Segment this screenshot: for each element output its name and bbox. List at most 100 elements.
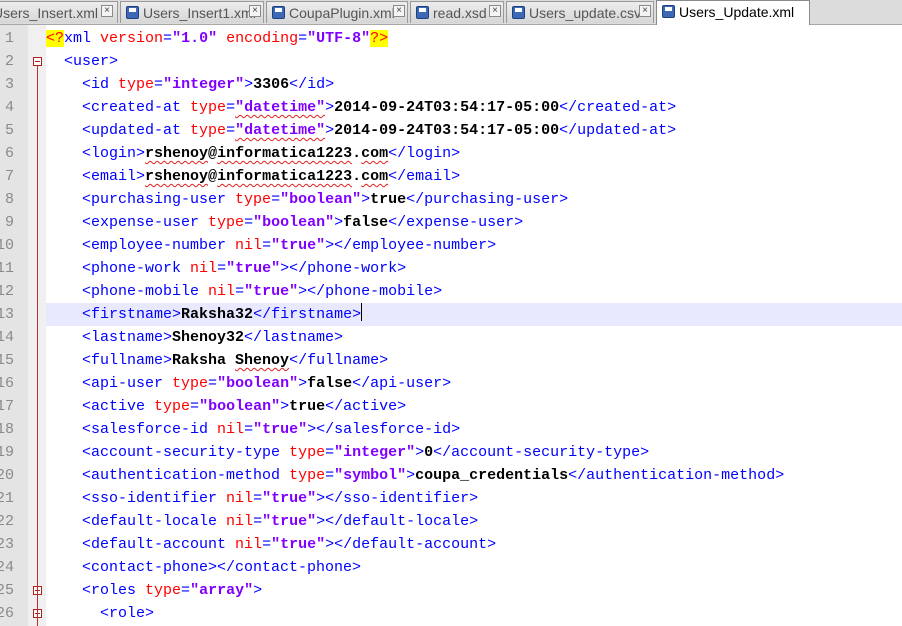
token-tag: > (280, 398, 290, 415)
token-tag: <active (82, 398, 155, 415)
close-icon[interactable]: × (393, 5, 405, 17)
token-ws (46, 99, 82, 116)
tab-label: read.xsd (433, 5, 487, 21)
code-line[interactable]: 25 <roles type="array"> (0, 579, 902, 602)
token-ws (46, 53, 64, 70)
line-number: 14 (0, 329, 14, 346)
code-line[interactable]: 18 <salesforce-id nil="true"></salesforc… (0, 418, 902, 441)
token-ws (46, 260, 82, 277)
token-tag: > (325, 99, 335, 116)
code-text: <role> (46, 602, 154, 625)
token-tag: = (253, 513, 263, 530)
token-attr: type (190, 122, 227, 139)
token-tag: <login> (82, 145, 146, 162)
file-icon (512, 6, 525, 19)
code-line[interactable]: 6 <login>rshenoy@informatica1223.com</lo… (0, 142, 902, 165)
token-tag: <firstname> (82, 306, 182, 323)
code-line[interactable]: 11 <phone-work nil="true"></phone-work> (0, 257, 902, 280)
token-text: 3306 (253, 76, 290, 93)
token-tag: = (235, 283, 245, 300)
token-val: "array" (190, 582, 254, 599)
token-tag: > (361, 191, 371, 208)
code-line[interactable]: 17 <active type="boolean">true</active> (0, 395, 902, 418)
close-icon[interactable]: × (101, 5, 113, 17)
token-attr: type (172, 375, 209, 392)
token-ws (46, 605, 100, 622)
token-tag: = (163, 30, 173, 47)
token-attr: nil (217, 421, 245, 438)
token-text: 0 (424, 444, 434, 461)
code-line[interactable]: 9 <expense-user type="boolean">false</ex… (0, 211, 902, 234)
code-line[interactable]: 22 <default-locale nil="true"></default-… (0, 510, 902, 533)
code-line[interactable]: 26 <role> (0, 602, 902, 625)
code-line[interactable]: 23 <default-account nil="true"></default… (0, 533, 902, 556)
code-line[interactable]: 10 <employee-number nil="true"></employe… (0, 234, 902, 257)
code-line[interactable]: 2 <user> (0, 50, 902, 73)
token-tag: = (325, 444, 335, 461)
token-tag: </lastname> (244, 329, 344, 346)
code-line[interactable]: 21 <sso-identifier nil="true"></sso-iden… (0, 487, 902, 510)
code-text: <expense-user type="boolean">false</expe… (46, 211, 523, 234)
tab-users-insert[interactable]: Users_Insert.xml × (0, 1, 118, 23)
line-number: 3 (4, 76, 14, 93)
code-line[interactable]: 3 <id type="integer">3306</id> (0, 73, 902, 96)
code-text: <lastname>Shenoy32</lastname> (46, 326, 343, 349)
code-text: <phone-work nil="true"></phone-work> (46, 257, 406, 280)
close-icon[interactable]: × (639, 5, 651, 17)
token-tag: <sso-identifier (82, 490, 227, 507)
tab-read-xsd[interactable]: read.xsd × (410, 1, 504, 23)
token-tag: <account-security-type (82, 444, 290, 461)
code-line[interactable]: 16 <api-user type="boolean">false</api-u… (0, 372, 902, 395)
token-text: coupa_credentials (415, 467, 569, 484)
token-val: "symbol" (334, 467, 407, 484)
token-decl: "1.0" (172, 30, 218, 47)
code-text: <fullname>Raksha Shenoy</fullname> (46, 349, 388, 372)
token-tag: = (262, 536, 272, 553)
tab-users-insert1[interactable]: Users_Insert1.xml × (120, 1, 264, 23)
code-line[interactable]: 20 <authentication-method type="symbol">… (0, 464, 902, 487)
tab-users-update-csv[interactable]: Users_update.csv × (506, 1, 654, 23)
token-text: Raksha32 (181, 306, 254, 323)
token-attr: encoding (226, 30, 299, 47)
code-line[interactable]: 1 <?xml version="1.0" encoding="UTF-8"?> (0, 27, 902, 50)
file-icon (272, 6, 285, 19)
token-tag: = (244, 421, 254, 438)
tab-label: CoupaPlugin.xml (289, 5, 395, 21)
code-line[interactable]: 4 <created-at type="datetime">2014-09-24… (0, 96, 902, 119)
code-line[interactable]: 15 <fullname>Raksha Shenoy</fullname> (0, 349, 902, 372)
code-line[interactable]: 14 <lastname>Shenoy32</lastname> (0, 326, 902, 349)
token-val: "boolean" (199, 398, 281, 415)
token-ws (46, 214, 82, 231)
token-tag: = (190, 398, 200, 415)
code-line[interactable]: 13 <firstname>Raksha32</firstname> (0, 303, 902, 326)
file-icon (416, 6, 429, 19)
token-text: Raksha (172, 352, 236, 369)
token-tag: > (253, 582, 263, 599)
token-val: "true" (271, 536, 326, 553)
token-tag: ></salesforce-id> (307, 421, 461, 438)
tab-coupaplugin[interactable]: CoupaPlugin.xml × (266, 1, 408, 23)
code-line[interactable]: 24 <contact-phone></contact-phone> (0, 556, 902, 579)
close-icon[interactable]: × (249, 5, 261, 17)
line-number: 18 (0, 421, 14, 438)
token-tag: </expense-user> (388, 214, 524, 231)
line-number: 2 (4, 53, 14, 70)
tab-label: Users_Insert1.xml (143, 5, 256, 21)
token-val: "datetime" (235, 122, 326, 139)
close-icon[interactable]: × (489, 5, 501, 17)
code-line[interactable]: 5 <updated-at type="datetime">2014-09-24… (0, 119, 902, 142)
code-line[interactable]: 19 <account-security-type type="integer"… (0, 441, 902, 464)
token-tag: <authentication-method (82, 467, 290, 484)
token-tag: <default-account (82, 536, 236, 553)
token-text: @ (208, 145, 218, 162)
code-line[interactable]: 12 <phone-mobile nil="true"></phone-mobi… (0, 280, 902, 303)
token-attr: nil (190, 260, 218, 277)
code-line[interactable]: 8 <purchasing-user type="boolean">true</… (0, 188, 902, 211)
token-text: . (352, 168, 362, 185)
tab-users-update-xml[interactable]: Users_Update.xml (656, 0, 810, 25)
code-line[interactable]: 7 <email>rshenoy@informatica1223.com</em… (0, 165, 902, 188)
token-tag: <fullname> (82, 352, 173, 369)
code-text: <user> (46, 50, 118, 73)
code-text: <?xml version="1.0" encoding="UTF-8"?> (46, 27, 389, 50)
token-decl: "UTF-8" (307, 30, 371, 47)
